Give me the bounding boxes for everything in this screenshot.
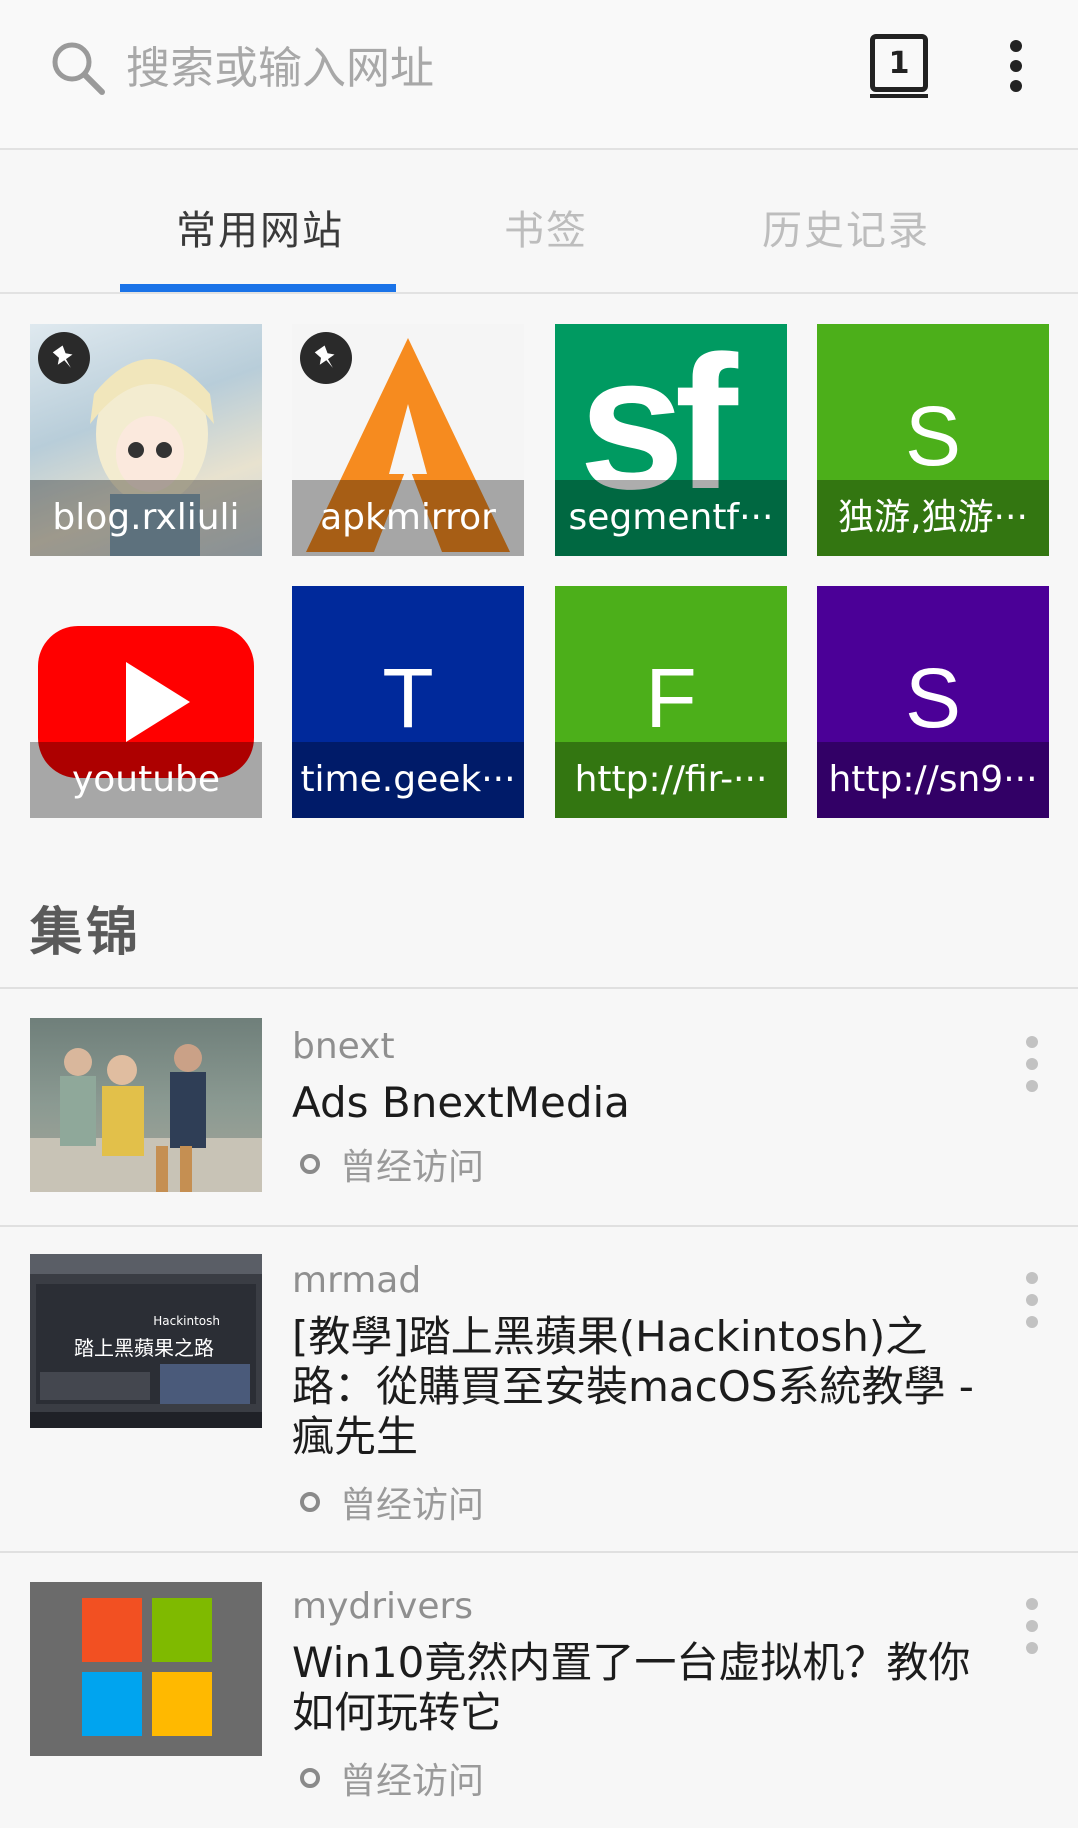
site-letter-icon: S	[904, 389, 962, 483]
site-letter-icon: F	[645, 651, 697, 745]
tab-bookmarks[interactable]: 书签	[504, 198, 588, 256]
top-site-label: youtube	[30, 742, 262, 818]
card-thumbnail	[30, 1018, 262, 1192]
top-site-label: apkmirror	[292, 480, 524, 556]
divider	[0, 1225, 1078, 1227]
pin-icon	[300, 332, 352, 384]
visited-label: 曾经访问	[340, 1485, 485, 1526]
thumbnail-text: 踏上黑蘋果之路	[74, 1336, 214, 1360]
top-site-label: http://sn9···	[817, 742, 1049, 818]
card-visited-status: 曾经访问	[300, 1476, 484, 1528]
top-site-label: http://fir-···	[555, 742, 787, 818]
url-input[interactable]	[126, 38, 726, 98]
visited-label: 曾经访问	[340, 1761, 485, 1802]
collections-title: 集锦	[30, 903, 143, 963]
thumbnail-text: Hackintosh	[153, 1314, 220, 1328]
top-site-tile[interactable]: F http://fir-···	[555, 586, 787, 818]
tab-indicator	[120, 284, 396, 292]
visited-label: 曾经访问	[340, 1147, 485, 1188]
card-title: Ads BnextMedia	[292, 1078, 630, 1127]
tab-history[interactable]: 历史记录	[762, 198, 930, 256]
visited-dot-icon	[300, 1768, 320, 1788]
site-letter-icon: T	[382, 651, 434, 745]
top-site-tile[interactable]: apkmirror	[292, 324, 524, 556]
top-site-label: segmentf···	[555, 480, 787, 556]
card-menu-icon[interactable]	[1022, 1272, 1042, 1328]
top-site-label: time.geek···	[292, 742, 524, 818]
divider	[0, 1551, 1078, 1553]
card-source: mydrivers	[292, 1586, 474, 1627]
pin-icon	[38, 332, 90, 384]
card-source: bnext	[292, 1026, 395, 1067]
top-site-tile[interactable]: blog.rxliuli	[30, 324, 262, 556]
top-site-label: 独游,独游···	[817, 480, 1049, 556]
visited-dot-icon	[300, 1492, 320, 1512]
top-site-label: blog.rxliuli	[30, 480, 262, 556]
card-source: mrmad	[292, 1260, 422, 1301]
tab-counter-underline	[870, 94, 928, 98]
card-title: [教學]踏上黑蘋果(Hackintosh)之路：從購買至安裝macOS系統教學 …	[292, 1312, 974, 1461]
visited-dot-icon	[300, 1154, 320, 1174]
divider	[0, 987, 1078, 989]
top-site-tile[interactable]: S 独游,独游···	[817, 324, 1049, 556]
tab-counter-button[interactable]: 1	[870, 34, 928, 92]
top-site-tile[interactable]: sf segmentf···	[555, 324, 787, 556]
card-visited-status: 曾经访问	[300, 1138, 484, 1190]
home-tabs: 常用网站 书签 历史记录	[0, 150, 1078, 294]
card-menu-icon[interactable]	[1022, 1598, 1042, 1654]
card-thumbnail: Hackintosh 踏上黑蘋果之路	[30, 1254, 262, 1428]
overflow-menu-icon[interactable]	[996, 36, 1036, 100]
tab-top-sites[interactable]: 常用网站	[176, 198, 344, 256]
url-bar: 1	[0, 0, 1078, 150]
site-letter-icon: S	[904, 651, 962, 745]
card-menu-icon[interactable]	[1022, 1036, 1042, 1092]
top-site-tile[interactable]: T time.geek···	[292, 586, 524, 818]
card-thumbnail	[30, 1582, 262, 1756]
card-title: Win10竟然内置了一台虚拟机？教你如何玩转它	[292, 1638, 971, 1737]
card-visited-status: 曾经访问	[300, 1752, 484, 1804]
search-icon[interactable]	[48, 38, 108, 98]
top-site-tile[interactable]: S http://sn9···	[817, 586, 1049, 818]
top-site-tile[interactable]: youtube	[30, 586, 262, 818]
